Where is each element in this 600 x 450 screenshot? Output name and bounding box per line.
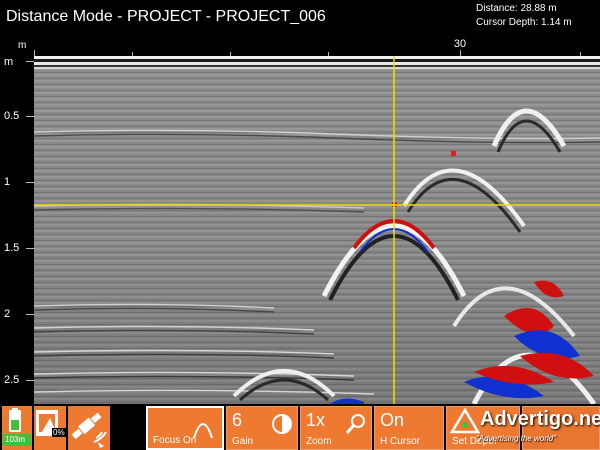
zoom-value: 1x — [306, 410, 326, 430]
radargram-view[interactable] — [34, 56, 600, 404]
focus-label: Focus On — [153, 435, 197, 446]
window-title: Distance Mode - PROJECT - PROJECT_006 — [6, 8, 326, 25]
gain-label: Gain — [232, 436, 254, 447]
h-cursor-label: H Cursor — [380, 436, 421, 447]
distance-ruler: m 30 — [0, 36, 600, 56]
storage-label: 0% — [52, 428, 66, 437]
watermark-slogan: "Advertising the world" — [476, 434, 556, 443]
distance-readout: Distance: 28.88 m — [476, 3, 557, 14]
gps-indicator — [68, 406, 110, 450]
watermark-logo-icon — [450, 408, 480, 434]
cursor-depth-readout: Cursor Depth: 1.14 m — [476, 17, 572, 28]
zoom-button[interactable]: 1x Zoom — [300, 406, 372, 450]
title-bar: Distance Mode - PROJECT - PROJECT_006 Di… — [0, 0, 600, 36]
depth-label-0-5: 0.5 — [4, 110, 20, 122]
h-cursor-value: On — [380, 410, 405, 430]
focus-button[interactable]: Focus On — [146, 406, 224, 450]
watermark: Advertigo.net "Advertising the world" — [446, 404, 600, 450]
depth-ruler: m 0.5 1 1.5 2 2.5 — [0, 56, 34, 404]
depth-label-1-5: 1.5 — [4, 242, 20, 254]
satellite-icon — [71, 412, 107, 448]
gain-button[interactable]: 6 Gain — [226, 406, 298, 450]
gain-value: 6 — [232, 410, 243, 430]
radargram-image — [34, 56, 600, 404]
storage-indicator: 0% — [34, 406, 66, 450]
depth-label-2: 2 — [4, 308, 11, 320]
depth-unit-label: m — [4, 56, 14, 68]
contrast-icon — [272, 414, 292, 434]
battery-label: 103m — [5, 435, 26, 444]
magnifier-icon — [345, 414, 365, 434]
marker-point — [451, 151, 456, 156]
readout-panel: Distance: 28.88 m Cursor Depth: 1.14 m — [476, 2, 594, 30]
h-cursor-button[interactable]: On H Cursor — [374, 406, 444, 450]
watermark-brand: Advertigo.net — [480, 408, 600, 430]
depth-label-2-5: 2.5 — [4, 374, 20, 386]
distance-unit-label: m — [18, 40, 27, 51]
depth-label-1: 1 — [4, 176, 11, 188]
zoom-label: Zoom — [306, 436, 332, 447]
distance-tick-label: 30 — [453, 38, 467, 50]
battery-indicator: 103m — [2, 406, 32, 450]
